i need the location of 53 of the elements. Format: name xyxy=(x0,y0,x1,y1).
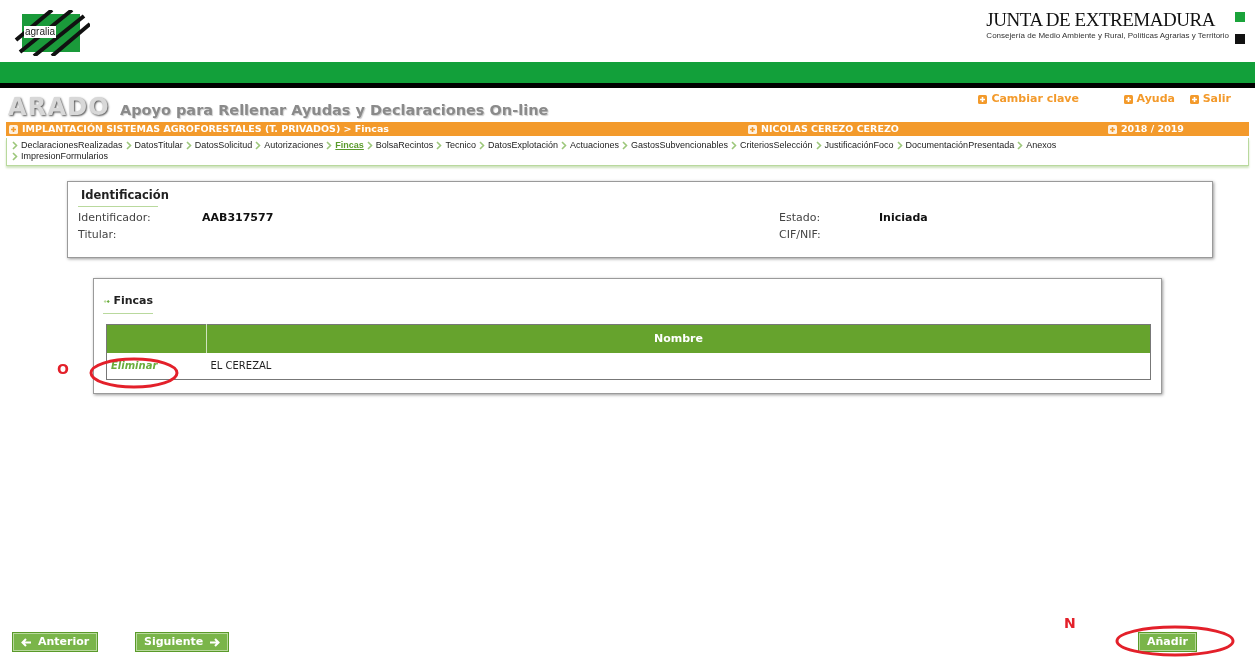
plus-icon xyxy=(1189,94,1199,104)
step-link[interactable]: Autorizaciones xyxy=(264,140,324,151)
field-value: AAB317577 xyxy=(202,211,275,226)
step-link[interactable]: DatosTitular xyxy=(134,140,183,151)
step-link[interactable]: DatosSolicitud xyxy=(194,140,253,151)
organization-subtitle: Consejería de Medio Ambiente y Rural, Políticas Agrarias y Territorio xyxy=(986,30,1229,42)
step-link[interactable]: CriteriosSelección xyxy=(740,140,813,151)
campaign-years: 2018 / 2019 xyxy=(1108,124,1184,134)
step-link[interactable]: DatosExplotación xyxy=(487,140,558,151)
step-link[interactable]: DeclaracionesRealizadas xyxy=(21,140,123,151)
chevron-icon xyxy=(896,141,903,150)
chevron-icon xyxy=(621,141,628,150)
plus-icon xyxy=(1123,94,1133,104)
chevron-icon xyxy=(185,141,192,150)
chevron-icon xyxy=(560,141,567,150)
logo-text: agralia xyxy=(24,26,57,38)
annotation-label: O xyxy=(57,360,69,379)
chevron-icon xyxy=(255,141,262,150)
right-arrow-icon xyxy=(209,637,221,647)
step-link[interactable]: ImpresionFormularios xyxy=(21,151,109,162)
chevron-icon xyxy=(731,141,738,150)
field-label: Estado: xyxy=(779,211,822,226)
step-link[interactable]: Anexos xyxy=(1026,140,1057,151)
chevron-icon xyxy=(436,141,443,150)
user-name: NICOLAS CEREZO CEREZO xyxy=(748,124,1108,134)
plus-icon xyxy=(978,94,988,104)
step-link[interactable]: JustificaciónFoco xyxy=(824,140,894,151)
chevron-icon xyxy=(1017,141,1024,150)
chevron-icon xyxy=(366,141,373,150)
chevron-icon xyxy=(815,141,822,150)
procedure-title: IMPLANTACIÓN SISTEMAS AGROFORESTALES (T. PRIVADOS) > Fincas xyxy=(6,124,748,134)
chevron-icon xyxy=(125,141,132,150)
left-arrow-icon xyxy=(21,637,32,647)
step-link[interactable]: BolsaRecintos xyxy=(375,140,434,151)
field-value: Iniciada xyxy=(879,211,929,226)
chevron-icon xyxy=(326,141,333,150)
panel-title: Identificación xyxy=(81,187,169,204)
organization-name: JUNTA DE EXTREMADURA xyxy=(986,10,1215,30)
annotation-label: N xyxy=(1064,614,1076,633)
chevron-icon xyxy=(478,141,485,150)
panel-title: Fincas xyxy=(113,293,153,309)
field-label: Identificador: xyxy=(78,211,152,226)
step-link[interactable]: GastosSubvencionables xyxy=(630,140,729,151)
field-label: Titular: xyxy=(78,228,118,243)
step-link[interactable]: Tecnico xyxy=(445,140,476,151)
field-label: CIF/NIF: xyxy=(779,228,822,243)
app-name: ARADO xyxy=(8,94,110,120)
square-icon xyxy=(1235,34,1245,44)
square-icon xyxy=(1235,12,1245,22)
step-link[interactable]: Actuaciones xyxy=(569,140,619,151)
table-cell: EL CEREZAL xyxy=(206,353,1151,379)
app-subtitle: Apoyo para Rellenar Ayudas y Declaraciones On-line xyxy=(119,101,549,120)
step-link[interactable]: DocumentaciónPresentada xyxy=(905,140,1015,151)
